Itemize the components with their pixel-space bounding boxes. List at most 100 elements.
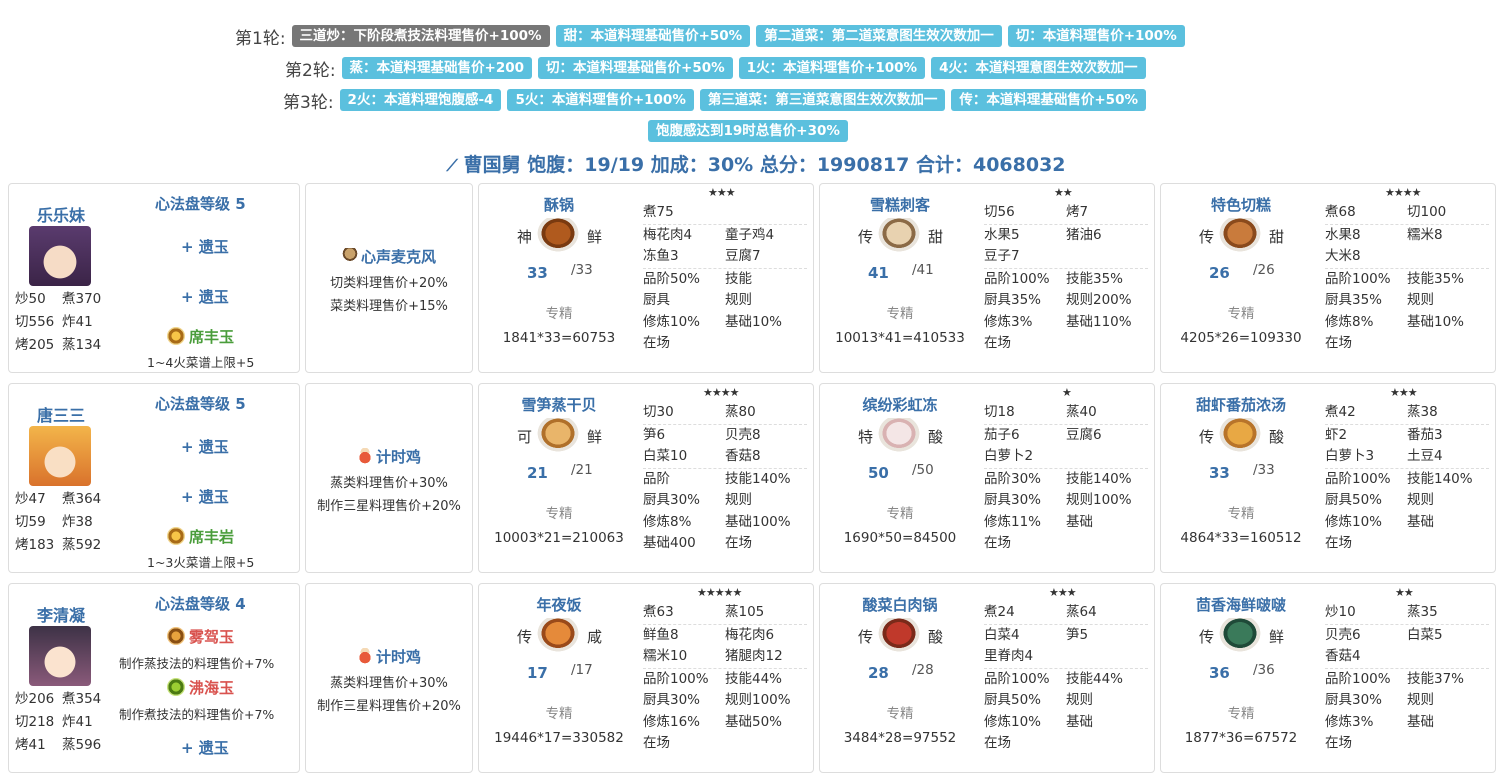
dish-detail-value: 规则 <box>1407 692 1434 708</box>
plus-icon: + <box>181 438 199 456</box>
dish-quantity[interactable]: 33 <box>527 264 548 282</box>
dish-name[interactable]: 甜虾番茄浓汤 <box>1161 394 1321 415</box>
chef-name[interactable]: 唐三三 <box>37 402 85 426</box>
dish-detail-value <box>725 333 807 355</box>
dish-quantity[interactable]: 33 <box>1209 464 1230 482</box>
dish-detail-value: 基础10% <box>1407 313 1465 330</box>
round-row-4: 饱腹感达到19时总售价+30% <box>648 119 854 143</box>
dish-detail-value: 品阶100% <box>1325 270 1391 287</box>
dish-detail-value: 技能37% <box>1407 670 1465 687</box>
jade-slot[interactable]: + 遗玉 <box>181 286 229 307</box>
jade-slot[interactable]: + 遗玉 <box>181 486 229 507</box>
dish-detail-row: 鲜鱼8 梅花肉6 <box>643 625 807 647</box>
dish-name[interactable]: 缤纷彩虹冻 <box>820 394 980 415</box>
equipment-name-text: 心声麦克风 <box>360 248 436 266</box>
dish-detail-value: 茄子6 <box>984 426 1020 443</box>
chef-stat-row: 烤41 蒸596 <box>15 734 109 757</box>
dish-quantity[interactable]: 17 <box>527 664 548 682</box>
dish-quantity[interactable]: 50 <box>868 464 889 482</box>
dish-detail-value: 白菜4 <box>984 626 1020 643</box>
dish-detail-row: 大米8 <box>1325 246 1489 269</box>
dish-quantity-max: /50 <box>912 462 934 478</box>
jade-name: 遗玉 <box>198 288 229 306</box>
chef-name[interactable]: 乐乐妹 <box>37 202 85 226</box>
jade-slot[interactable]: 雾驾玉 <box>167 626 234 647</box>
dish-quantity[interactable]: 28 <box>868 664 889 682</box>
dish-price-formula: 19446*17=330582 <box>494 730 624 746</box>
chef-stat-row: 炒206 煮354 <box>15 688 109 711</box>
dish-detail-row: 虾2 番茄3 <box>1325 425 1489 447</box>
jade-name: 席丰岩 <box>189 528 235 546</box>
dish-detail-value: 技能35% <box>1407 270 1465 287</box>
dish-quantity[interactable]: 21 <box>527 464 548 482</box>
dish-name[interactable]: 雪糕刺客 <box>820 194 980 215</box>
jade-name: 遗玉 <box>198 739 229 757</box>
dish-detail-value: 规则 <box>725 492 752 508</box>
dish-name[interactable]: 茴香海鲜啵啵 <box>1161 594 1321 615</box>
dish-detail-row: 品阶30% 技能140% <box>984 469 1148 491</box>
dish-detail-value: 贝壳8 <box>725 426 761 443</box>
dish-name[interactable]: 年夜饭 <box>479 594 639 615</box>
dish-quantity[interactable]: 41 <box>868 264 889 282</box>
timer-chicken-icon <box>356 648 373 664</box>
jade-slot[interactable]: 席丰岩 <box>167 526 234 547</box>
dish-detail-value: 童子鸡4 <box>725 226 775 243</box>
equipment-name[interactable]: 心声麦克风 <box>306 246 472 267</box>
dish-detail-row: 厨具30% 规则 <box>643 490 807 512</box>
dish-quantity-max: /28 <box>912 662 934 678</box>
dish-detail-row: 修炼3% 基础110% <box>984 312 1148 334</box>
dish-card: 甜虾番茄浓汤传 酸 33/33 专精 4864*33=160512 ★★★ 煮42 蒸38 虾2… <box>1160 383 1496 573</box>
xinfa-level: 心法盘等级 5 <box>155 395 246 413</box>
dish-detail-value: 糯米10 <box>643 648 688 664</box>
dish-detail-value: 在场 <box>1325 735 1352 751</box>
dish-specialty: 专精 <box>545 706 573 722</box>
dish-card: 茴香海鲜啵啵传 鲜 36/36 专精 1877*36=67572 ★★ 炒10 蒸35 贝壳6 白… <box>1160 583 1496 773</box>
round-rule-tag: 切：本道料理基础售价+50% <box>538 57 733 79</box>
dish-detail-row: 品阶100% 技能35% <box>984 269 1148 291</box>
dish-quantity-max: /17 <box>571 662 593 678</box>
dish-detail-value: 蒸38 <box>1407 404 1438 420</box>
dish-quantity[interactable]: 26 <box>1209 264 1230 282</box>
dish-detail-value: 鲜鱼8 <box>643 626 679 643</box>
dish-name[interactable]: 雪笋蒸干贝 <box>479 394 639 415</box>
dish-name[interactable]: 特色切糕 <box>1161 194 1321 215</box>
dish-quantity[interactable]: 36 <box>1209 664 1230 682</box>
jade-effect-note: 制作蒸技法的料理售价+7% <box>119 656 275 671</box>
dish-image <box>878 218 920 252</box>
dish-name[interactable]: 酸菜白肉锅 <box>820 594 980 615</box>
dish-detail-value <box>1066 333 1148 355</box>
dish-rarity: 传 <box>858 228 874 246</box>
dish-detail-value: 蒸80 <box>725 404 756 420</box>
jade-slot[interactable]: 沸海玉 <box>167 677 234 698</box>
dish-detail-value: 厨具50% <box>1325 492 1383 508</box>
dish-detail-row: 厨具35% 规则 <box>1325 290 1489 312</box>
dish-rarity: 传 <box>1199 228 1215 246</box>
dish-detail-value: 基础 <box>1066 513 1093 530</box>
dish-image <box>537 618 579 652</box>
equipment-name[interactable]: 计时鸡 <box>306 446 472 467</box>
dish-detail-row: 在场 <box>984 733 1148 755</box>
dish-taste: 咸 <box>587 628 603 646</box>
dish-name[interactable]: 酥锅 <box>479 194 639 215</box>
jade-slot[interactable]: + 遗玉 <box>181 236 229 257</box>
dish-detail-value: 品阶100% <box>1325 670 1391 687</box>
chef-name[interactable]: 李清凝 <box>37 602 85 626</box>
dish-detail-value: 炒10 <box>1325 604 1356 620</box>
jade-slot[interactable]: + 遗玉 <box>181 436 229 457</box>
dish-detail-value: 在场 <box>643 335 670 351</box>
chef-stat-value: 烤183 <box>15 537 55 553</box>
dish-detail-grid: 煮68 切100 水果8 糯米8 大米8 品阶100% 技能35% 厨具35% 规则 修炼8% 基础… <box>1325 202 1489 355</box>
jade-slot[interactable]: 席丰玉 <box>167 326 234 347</box>
dish-quantity-max: /33 <box>1253 462 1275 478</box>
jade-slot[interactable]: + 遗玉 <box>181 737 229 758</box>
dish-image <box>878 618 920 652</box>
dish-detail-value: 在场 <box>725 535 752 551</box>
jade-icon <box>167 627 185 645</box>
equipment-name[interactable]: 计时鸡 <box>306 646 472 667</box>
dish-specialty: 专精 <box>886 306 914 322</box>
dish-detail-row: 厨具 规则 <box>643 290 807 312</box>
chef-stat-row: 炒47 煮364 <box>15 488 109 511</box>
dish-taste: 鲜 <box>587 428 603 446</box>
plus-icon: + <box>181 288 199 306</box>
equipment-effect: 制作三星料理售价+20% <box>317 699 461 714</box>
